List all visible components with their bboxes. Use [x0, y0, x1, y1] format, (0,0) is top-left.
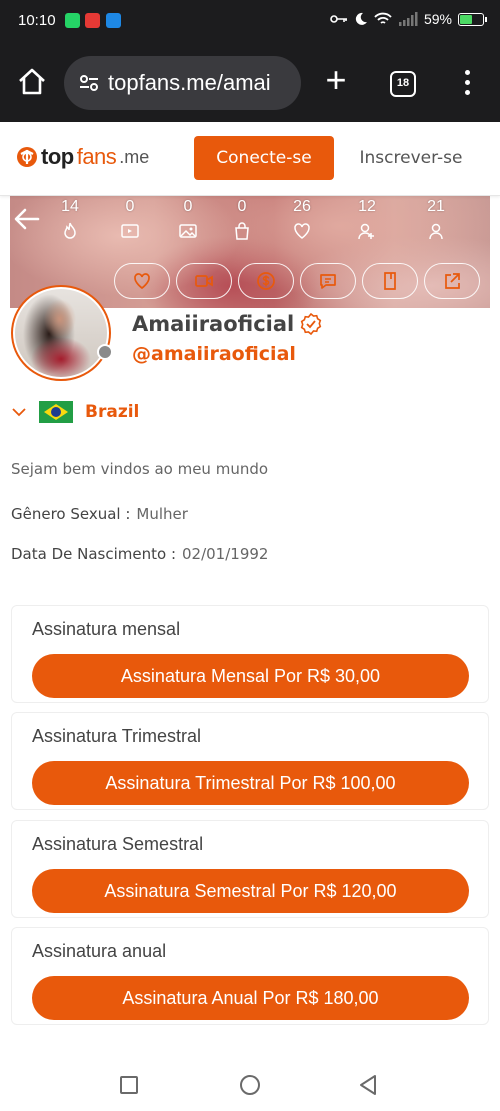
- subscription-card-monthly: Assinatura mensal Assinatura Mensal Por …: [11, 605, 489, 703]
- message-button[interactable]: [300, 263, 356, 299]
- image-icon: [179, 224, 197, 238]
- system-nav-bar: [0, 1060, 500, 1111]
- subscription-title: Assinatura Trimestral: [32, 726, 202, 746]
- user-icon: [429, 223, 443, 240]
- home-nav-icon[interactable]: [240, 1075, 260, 1095]
- birthdate-label: Data De Nascimento :: [11, 545, 176, 563]
- topfans-logo[interactable]: top fans .me: [16, 144, 149, 170]
- whatsapp-icon: [65, 13, 80, 28]
- profile-bio: Sejam bem vindos ao meu mundo: [11, 460, 269, 478]
- site-header: top fans .me Conecte-se Inscrever-se: [0, 122, 500, 196]
- user-plus-icon: [358, 223, 374, 240]
- country-name: Brazil: [85, 402, 140, 422]
- location-row[interactable]: Brazil: [11, 401, 139, 423]
- address-bar[interactable]: topfans.me/amai: [64, 56, 301, 110]
- home-icon[interactable]: [16, 66, 48, 98]
- chevron-down-icon[interactable]: [11, 406, 27, 418]
- stat-value: 12: [358, 198, 376, 215]
- subscribe-semiannual-button[interactable]: Assinatura Semestral Por R$ 120,00: [32, 869, 469, 913]
- gender-label: Gênero Sexual :: [11, 505, 131, 523]
- stat-value: 0: [125, 198, 135, 215]
- heart-icon: [294, 223, 310, 239]
- browser-toolbar: topfans.me/amai + 18: [0, 42, 500, 122]
- key-icon: [330, 15, 347, 23]
- logo-mark-icon: [17, 147, 37, 167]
- status-bar: 10:10 59%: [0, 0, 500, 42]
- stat-likes[interactable]: 26: [282, 196, 322, 240]
- bookmark-button[interactable]: [362, 263, 418, 299]
- stat-images[interactable]: 0: [168, 196, 208, 240]
- tip-button[interactable]: [238, 263, 294, 299]
- site-settings-icon[interactable]: [78, 72, 100, 94]
- flame-icon: [64, 222, 76, 239]
- status-time: 10:10: [18, 12, 56, 29]
- browser-menu-icon[interactable]: [460, 70, 474, 100]
- wifi-icon: [374, 12, 392, 24]
- bag-icon: [235, 222, 249, 240]
- verified-badge-icon: [300, 313, 322, 335]
- back-nav-icon[interactable]: [358, 1074, 378, 1096]
- stat-flames[interactable]: 14: [50, 196, 90, 240]
- signal-icon: [398, 12, 418, 26]
- stat-following[interactable]: 12: [347, 196, 387, 240]
- profile-stats: 14 0 0 0 26 12 21: [50, 196, 490, 246]
- battery-level: [460, 14, 472, 24]
- share-icon: [445, 273, 460, 289]
- logo-text-suffix: .me: [119, 146, 150, 167]
- gender-value: Mulher: [136, 505, 188, 523]
- subscribe-quarterly-button[interactable]: Assinatura Trimestral Por R$ 100,00: [32, 761, 469, 805]
- new-tab-icon[interactable]: +: [320, 62, 352, 98]
- stat-value: 0: [237, 198, 247, 215]
- gender-row: Gênero Sexual : Mulher: [11, 505, 188, 523]
- message-icon: [320, 274, 336, 289]
- stat-products[interactable]: 0: [222, 196, 262, 240]
- bookmark-icon: [384, 272, 396, 290]
- video-call-icon: [195, 275, 213, 287]
- birthdate-row: Data De Nascimento : 02/01/1992: [11, 545, 268, 563]
- battery-icon: [458, 12, 487, 26]
- share-button[interactable]: [424, 263, 480, 299]
- online-status-dot: [97, 344, 113, 360]
- stat-videos[interactable]: 0: [110, 196, 150, 240]
- subscription-title: Assinatura anual: [32, 941, 167, 961]
- url-text: topfans.me/amai: [108, 70, 271, 95]
- app-notification-icon: [85, 13, 100, 28]
- stat-followers[interactable]: 21: [416, 196, 456, 240]
- logo-text-fans: fans: [76, 144, 117, 169]
- profile-name: Amaiiraoficial: [132, 312, 322, 336]
- status-right: 59%: [330, 11, 487, 27]
- tab-switcher-button[interactable]: 18: [390, 71, 416, 97]
- profile-name-text: Amaiiraoficial: [132, 312, 295, 336]
- video-icon: [121, 224, 139, 238]
- brazil-flag-icon: [39, 401, 73, 423]
- avatar-photo: [15, 289, 107, 377]
- battery-percent: 59%: [423, 11, 452, 27]
- recent-apps-icon[interactable]: [120, 1076, 138, 1094]
- stat-value: 26: [293, 198, 311, 215]
- subscription-title: Assinatura mensal: [32, 619, 181, 639]
- subscription-card-semiannual: Assinatura Semestral Assinatura Semestra…: [11, 820, 489, 918]
- calendar-app-icon: [106, 13, 121, 28]
- connect-button[interactable]: Conecte-se: [194, 136, 334, 180]
- moon-icon: [355, 12, 367, 25]
- heart-icon: [134, 273, 150, 290]
- like-button[interactable]: [114, 263, 170, 299]
- profile-handle: @amaiiraoficial: [132, 343, 296, 365]
- logo-text-top: top: [41, 144, 74, 169]
- video-call-button[interactable]: [176, 263, 232, 299]
- stat-value: 21: [427, 198, 445, 215]
- stat-value: 14: [61, 198, 79, 215]
- subscription-card-annual: Assinatura anual Assinatura Anual Por R$…: [11, 927, 489, 1025]
- register-link[interactable]: Inscrever-se: [352, 136, 470, 180]
- subscribe-annual-button[interactable]: Assinatura Anual Por R$ 180,00: [32, 976, 469, 1020]
- subscription-card-quarterly: Assinatura Trimestral Assinatura Trimest…: [11, 712, 489, 810]
- back-arrow-icon[interactable]: [14, 208, 40, 230]
- stat-value: 0: [183, 198, 193, 215]
- birthdate-value: 02/01/1992: [182, 545, 269, 563]
- subscription-title: Assinatura Semestral: [32, 834, 204, 854]
- subscribe-monthly-button[interactable]: Assinatura Mensal Por R$ 30,00: [32, 654, 469, 698]
- avatar[interactable]: [11, 285, 111, 381]
- profile-actions: [114, 263, 480, 299]
- dollar-icon: [257, 272, 275, 290]
